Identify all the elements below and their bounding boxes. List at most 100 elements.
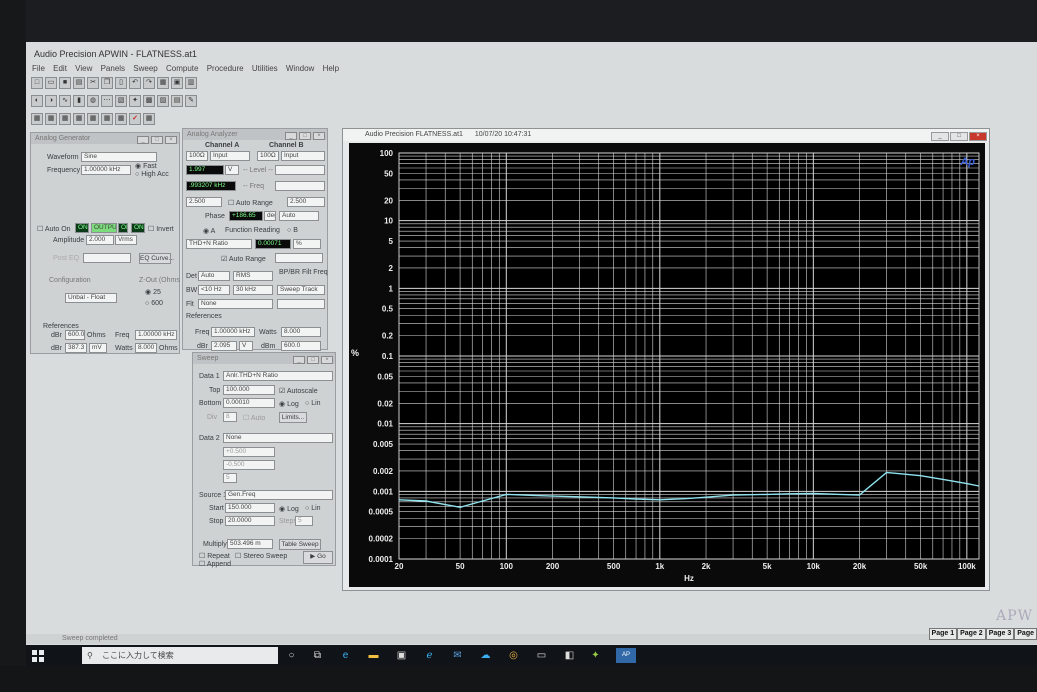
filter-select[interactable]: None: [198, 299, 273, 309]
ref-dbr-unit[interactable]: V: [239, 341, 253, 351]
function-a-radio[interactable]: ◉ A: [203, 227, 215, 235]
file-explorer-icon[interactable]: ▬: [366, 648, 381, 663]
menu-view[interactable]: View: [75, 62, 92, 76]
task-view-icon[interactable]: ⧉: [310, 648, 325, 663]
edit-icon[interactable]: ✎: [185, 95, 197, 107]
save-icon[interactable]: ■: [59, 77, 71, 89]
dbv-unit[interactable]: mV: [89, 343, 107, 353]
log-radio-2[interactable]: ◉ Log: [279, 505, 299, 513]
taskbar-search[interactable]: ⚲ ここに入力して検索: [82, 647, 278, 664]
dbr-field[interactable]: 600.0: [65, 330, 85, 340]
print-icon[interactable]: ▤: [73, 77, 85, 89]
close-icon[interactable]: ×: [313, 132, 325, 140]
bp-select[interactable]: Sweep Track: [277, 285, 325, 295]
range-b-select[interactable]: 100Ω: [257, 151, 279, 161]
page-tab-3[interactable]: Page 3: [985, 628, 1015, 640]
menu-edit[interactable]: Edit: [53, 62, 67, 76]
range-v-select[interactable]: 2.500: [186, 197, 222, 207]
bottom2-field[interactable]: -0.500: [223, 460, 275, 470]
redo-icon[interactable]: ↷: [143, 77, 155, 89]
lin-radio[interactable]: ○ Lin: [305, 400, 321, 407]
det-mode-select[interactable]: RMS: [233, 271, 273, 281]
maximize-icon[interactable]: □: [151, 136, 163, 144]
z25-radio[interactable]: ◉ 25: [145, 288, 161, 296]
close-icon[interactable]: ×: [969, 132, 987, 141]
reading-unit[interactable]: %: [293, 239, 321, 249]
output-button[interactable]: OUTPUT: [91, 223, 117, 233]
edge-icon[interactable]: e: [338, 648, 353, 663]
store-icon[interactable]: ▣: [394, 648, 409, 663]
close-icon[interactable]: ×: [321, 356, 333, 364]
stereo-checkbox[interactable]: ☐ Stereo Sweep: [235, 552, 287, 560]
on-indicator-2[interactable]: ON: [131, 223, 145, 233]
minimize-icon[interactable]: _: [293, 356, 305, 364]
close-icon[interactable]: ×: [165, 136, 177, 144]
input-a-select[interactable]: Input: [210, 151, 250, 161]
chrome-icon[interactable]: ◎: [506, 648, 521, 663]
eq-curve-button[interactable]: EQ Curve...: [139, 253, 174, 264]
function-select[interactable]: THD+N Ratio: [186, 239, 252, 249]
menu-procedure[interactable]: Procedure: [207, 62, 244, 76]
check-icon[interactable]: ✓: [129, 113, 141, 125]
post-eq-select[interactable]: [83, 253, 131, 263]
watts-field[interactable]: 8.000: [135, 343, 157, 353]
limits-button[interactable]: Limits...: [279, 412, 307, 423]
mail-icon[interactable]: ✉: [450, 648, 465, 663]
dbv-field[interactable]: 387.3: [65, 343, 87, 353]
menu-file[interactable]: File: [32, 62, 45, 76]
repeat-checkbox[interactable]: ☐ Repeat: [199, 552, 230, 560]
ie-icon[interactable]: ℯ: [422, 648, 437, 663]
page-tab-4[interactable]: Page: [1014, 628, 1037, 640]
menu-window[interactable]: Window: [286, 62, 314, 76]
go-button[interactable]: ▶ Go: [303, 551, 333, 564]
cut-icon[interactable]: ✂: [87, 77, 99, 89]
app3-icon[interactable]: ✦: [588, 648, 603, 663]
tool6-icon[interactable]: ▦: [101, 113, 113, 125]
grid-icon[interactable]: ▨: [157, 95, 169, 107]
invert-checkbox[interactable]: ☐ Invert: [148, 225, 174, 233]
menu-sweep[interactable]: Sweep: [133, 62, 157, 76]
phase-unit[interactable]: deg: [264, 211, 276, 221]
undo-icon[interactable]: ↶: [129, 77, 141, 89]
multiply-field[interactable]: 503.496 m: [227, 539, 273, 549]
tool8-icon[interactable]: ▦: [143, 113, 155, 125]
autoscale-checkbox[interactable]: ☑ Autoscale: [279, 387, 318, 395]
sweep-icon[interactable]: ∿: [59, 95, 71, 107]
go-icon[interactable]: ✦: [129, 95, 141, 107]
auto-on-checkbox[interactable]: ☐ Auto On: [37, 225, 71, 233]
app2-icon[interactable]: ◧: [562, 648, 577, 663]
bw-low-select[interactable]: <10 Hz: [198, 285, 230, 295]
meter-icon[interactable]: ▮: [73, 95, 85, 107]
range-v-b-select[interactable]: 2.500: [287, 197, 325, 207]
frequency-field[interactable]: 1.00000 kHz: [81, 165, 131, 175]
table-icon[interactable]: ▥: [185, 77, 197, 89]
tool2-icon[interactable]: ▦: [45, 113, 57, 125]
start-field[interactable]: 150.000: [225, 503, 275, 513]
steps-field[interactable]: 5: [295, 516, 313, 526]
ref-dbm-field[interactable]: 600.0: [281, 341, 321, 351]
fast-radio[interactable]: ◉ Fast: [135, 162, 157, 170]
bw-high-select[interactable]: 30 kHz: [233, 285, 273, 295]
minimize-icon[interactable]: _: [931, 132, 949, 141]
ref-watts-field[interactable]: 8.000: [281, 327, 321, 337]
copy-icon[interactable]: ❐: [101, 77, 113, 89]
dots-icon[interactable]: ⋯: [101, 95, 113, 107]
stop-field[interactable]: 20.0000: [225, 516, 275, 526]
on-indicator[interactable]: ON: [75, 223, 89, 233]
minimize-icon[interactable]: _: [137, 136, 149, 144]
menu-utilities[interactable]: Utilities: [252, 62, 278, 76]
table-sweep-button[interactable]: Table Sweep: [279, 539, 321, 550]
high-acc-radio[interactable]: ○ High Acc: [135, 171, 169, 178]
tool7-icon[interactable]: ▦: [115, 113, 127, 125]
open-icon[interactable]: ▭: [45, 77, 57, 89]
append-checkbox[interactable]: ☐ Append: [199, 560, 231, 568]
data2-field[interactable]: None: [223, 433, 333, 443]
filter-freq-select[interactable]: [277, 299, 325, 309]
windows-start-icon[interactable]: [32, 650, 44, 662]
tool5-icon[interactable]: ▦: [87, 113, 99, 125]
gen-icon[interactable]: ◐: [31, 95, 43, 107]
new-icon[interactable]: □: [31, 77, 43, 89]
auto-range-checkbox[interactable]: ☐ Auto Range: [228, 199, 273, 207]
function-b-radio[interactable]: ○ B: [287, 227, 298, 234]
bottom-field[interactable]: 0.00010: [223, 398, 275, 408]
